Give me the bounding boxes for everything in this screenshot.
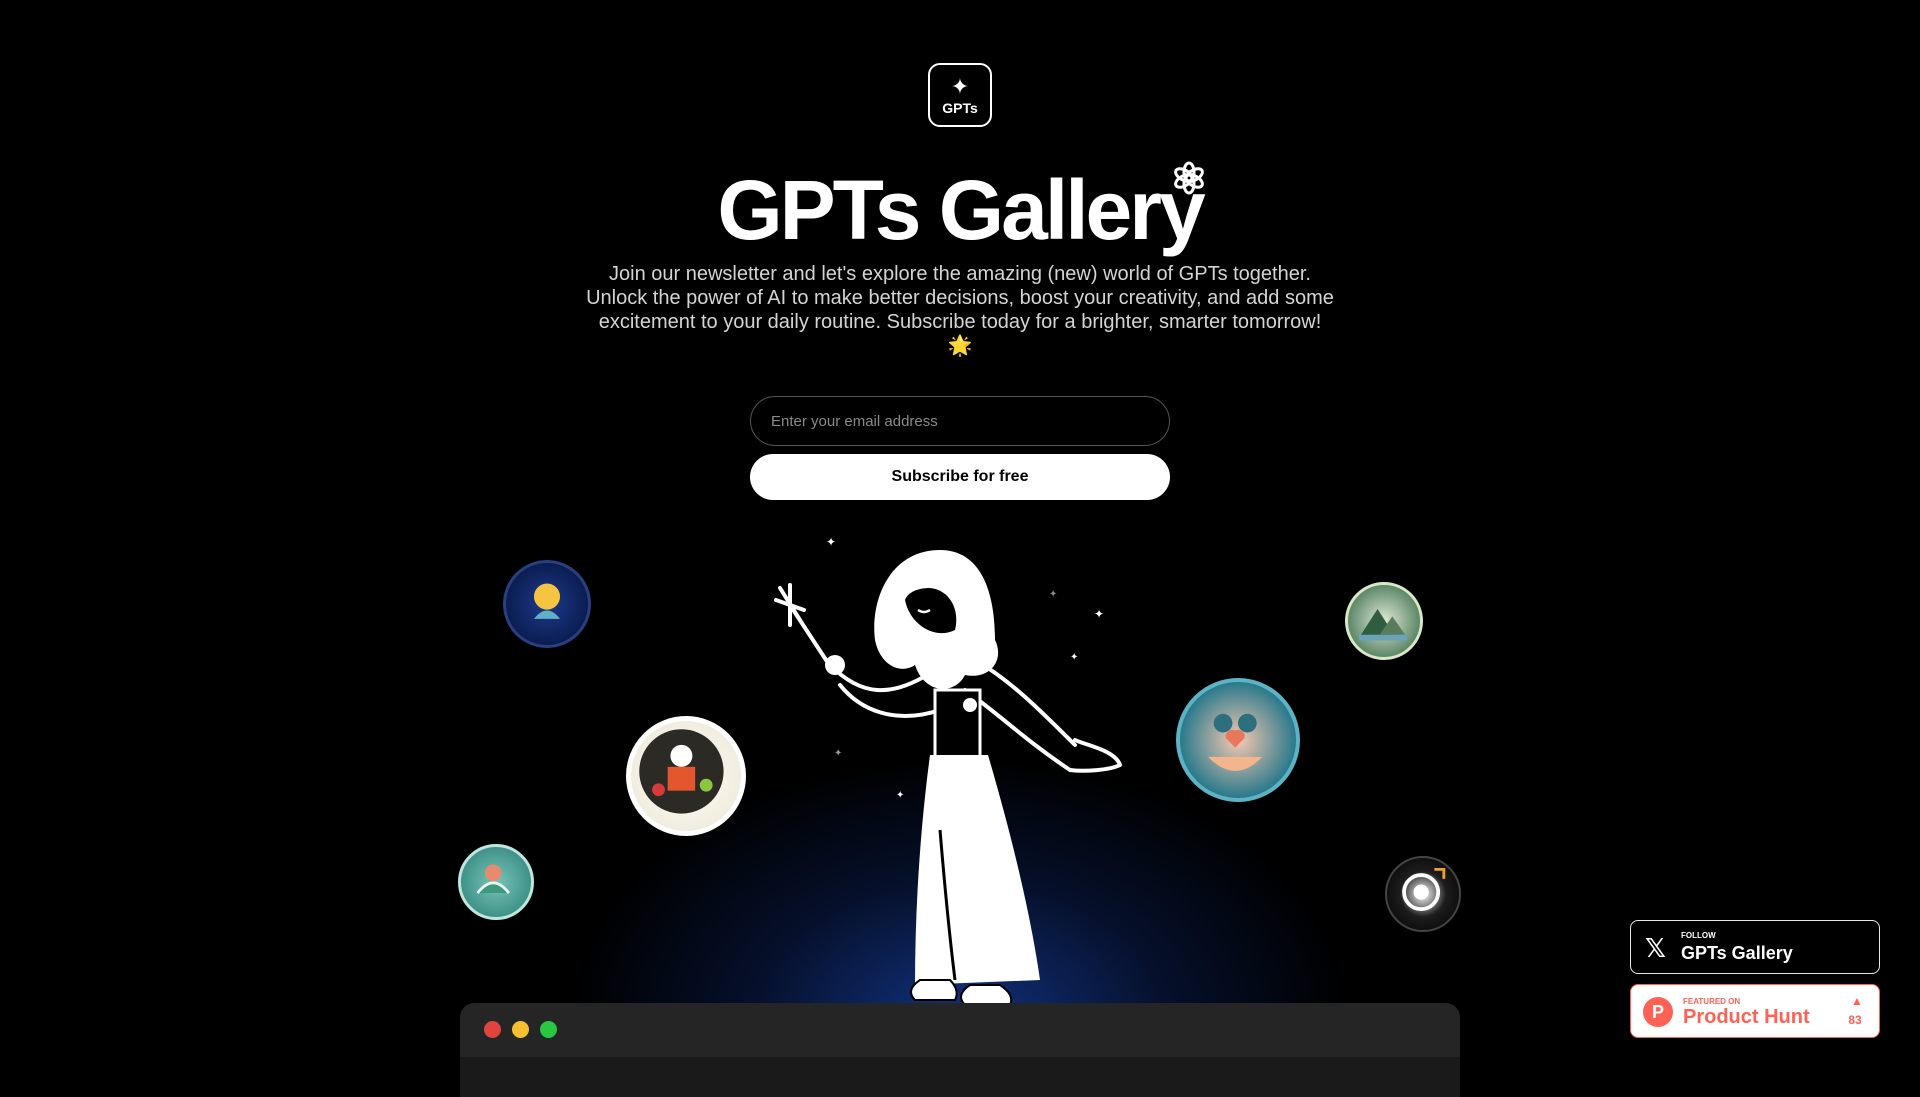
page-title: GPTs Gallery bbox=[717, 163, 1205, 257]
sparkle-icon: ✦ bbox=[950, 74, 970, 99]
hero-subtitle: Join our newsletter and let's explore th… bbox=[560, 262, 1360, 358]
window-close-dot bbox=[484, 1021, 501, 1038]
wellness-avatar[interactable] bbox=[458, 844, 534, 920]
email-input[interactable] bbox=[750, 396, 1170, 446]
ph-featured-label: FEATURED ON bbox=[1683, 997, 1741, 1006]
product-hunt-logo-icon: P bbox=[1643, 997, 1673, 1027]
nature-avatar[interactable] bbox=[1345, 582, 1423, 660]
gpts-logo[interactable]: ✦ GPTs bbox=[928, 63, 992, 127]
subscribe-button[interactable]: Subscribe for free bbox=[750, 454, 1170, 500]
ph-name: Product Hunt bbox=[1683, 1006, 1810, 1028]
subtitle-line-1: Join our newsletter and let's explore th… bbox=[609, 263, 1311, 285]
wizard-girl-illustration bbox=[774, 550, 1122, 1006]
x-follow-label: FOLLOW bbox=[1681, 931, 1716, 940]
chef-recipes-avatar[interactable] bbox=[626, 716, 746, 836]
subtitle-line-3: excitement to your daily routine. Subscr… bbox=[598, 311, 1322, 333]
logo-label: GPTs bbox=[942, 100, 978, 116]
relationship-care-avatar[interactable] bbox=[1176, 678, 1300, 802]
follow-x-badge[interactable]: 𝕏 FOLLOW GPTs Gallery bbox=[1630, 920, 1880, 974]
x-logo-icon: 𝕏 bbox=[1645, 933, 1666, 963]
camera-lens-avatar[interactable] bbox=[1385, 856, 1461, 932]
window-minimize-dot bbox=[512, 1021, 529, 1038]
genius-wisdom-avatar[interactable] bbox=[503, 560, 591, 648]
window-content bbox=[460, 1057, 1460, 1097]
upvote-arrow-icon: ▲ bbox=[1851, 994, 1863, 1008]
x-account-name: GPTs Gallery bbox=[1681, 943, 1793, 963]
subtitle-line-2: Unlock the power of AI to make better de… bbox=[586, 287, 1334, 309]
window-maximize-dot bbox=[540, 1021, 557, 1038]
openai-icon bbox=[1174, 161, 1204, 195]
upvote-count: 83 bbox=[1848, 1013, 1862, 1027]
star-emoji: 🌟 bbox=[947, 335, 973, 357]
product-hunt-badge[interactable]: P FEATURED ON Product Hunt ▲ 83 bbox=[1630, 984, 1880, 1038]
